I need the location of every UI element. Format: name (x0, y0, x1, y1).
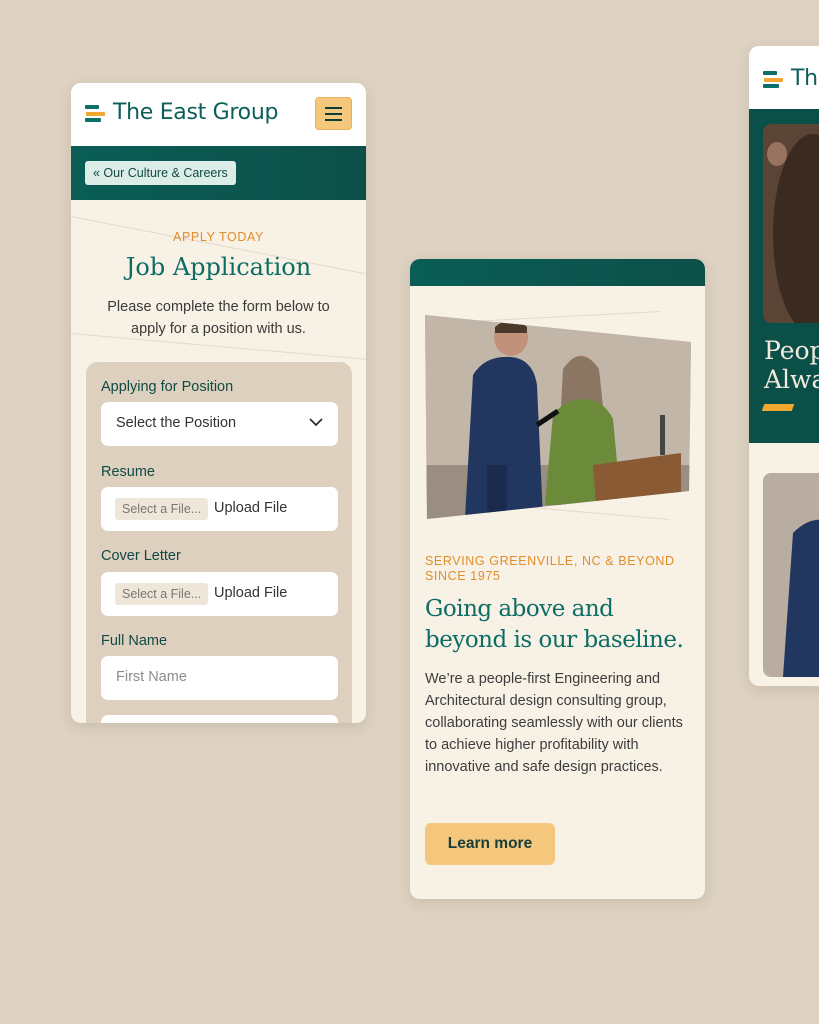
full-name-label: Full Name (101, 633, 168, 649)
position-select[interactable]: Select the Position (101, 402, 338, 446)
breadcrumb-link[interactable]: « Our Culture & Careers (85, 161, 236, 185)
site-header: The East Group (71, 83, 366, 146)
first-name-input[interactable]: First Name (101, 656, 338, 700)
section-title: Going above and beyond is our baseline. (425, 596, 684, 653)
intro-text: Please complete the form below to apply … (107, 299, 330, 337)
cover-letter-upload-button[interactable]: Upload File (214, 585, 287, 601)
job-application-card: The East Group « Our Culture & Careers A… (71, 83, 366, 723)
brand-name: The East Group (113, 100, 279, 125)
brand-name-partial: Th (791, 66, 818, 91)
cover-letter-label: Cover Letter (101, 548, 181, 564)
secondary-photo (763, 473, 819, 677)
east-group-logo-icon (85, 103, 105, 123)
hero-photo (763, 124, 819, 323)
team-photo (425, 315, 691, 519)
brand-logo[interactable]: The East Group (85, 100, 278, 125)
hamburger-menu-icon[interactable] (315, 97, 352, 130)
learn-more-button[interactable]: Learn more (425, 823, 555, 865)
chevron-down-icon (309, 418, 323, 427)
last-name-input[interactable] (101, 715, 338, 723)
position-label: Applying for Position (101, 379, 234, 395)
resume-upload-button[interactable]: Upload File (214, 500, 287, 516)
accent-dash (761, 404, 795, 411)
partial-home-card: Th Peop Alwa (749, 46, 819, 686)
eyebrow-label: SERVING GREENVILLE, NC & BEYOND SINCE 19… (425, 554, 675, 583)
about-card: SERVING GREENVILLE, NC & BEYOND SINCE 19… (410, 259, 705, 899)
first-name-placeholder: First Name (116, 669, 187, 685)
breadcrumb-bar: « Our Culture & Careers (71, 146, 366, 200)
hero-heading-line-2: Alwa (764, 365, 819, 394)
hero-heading-line-1: Peop (764, 336, 819, 365)
resume-file-placeholder: Select a File... (115, 498, 209, 520)
cover-letter-file-placeholder: Select a File... (115, 583, 209, 605)
teal-top-band (410, 259, 705, 286)
cover-letter-file-field[interactable]: Select a File... Upload File (101, 572, 338, 616)
eyebrow-label: APPLY TODAY (173, 230, 264, 244)
page-title: Job Application (125, 253, 312, 281)
hero-heading: Peop Alwa (764, 336, 819, 394)
resume-file-field[interactable]: Select a File... Upload File (101, 487, 338, 531)
application-form: Applying for Position Select the Positio… (86, 362, 352, 723)
site-header: Th (749, 46, 819, 109)
east-group-logo-icon (763, 69, 783, 89)
body-text: We’re a people-first Engineering and Arc… (425, 671, 683, 775)
position-select-value: Select the Position (116, 415, 237, 431)
brand-logo[interactable]: Th (763, 66, 818, 91)
resume-label: Resume (101, 464, 155, 480)
